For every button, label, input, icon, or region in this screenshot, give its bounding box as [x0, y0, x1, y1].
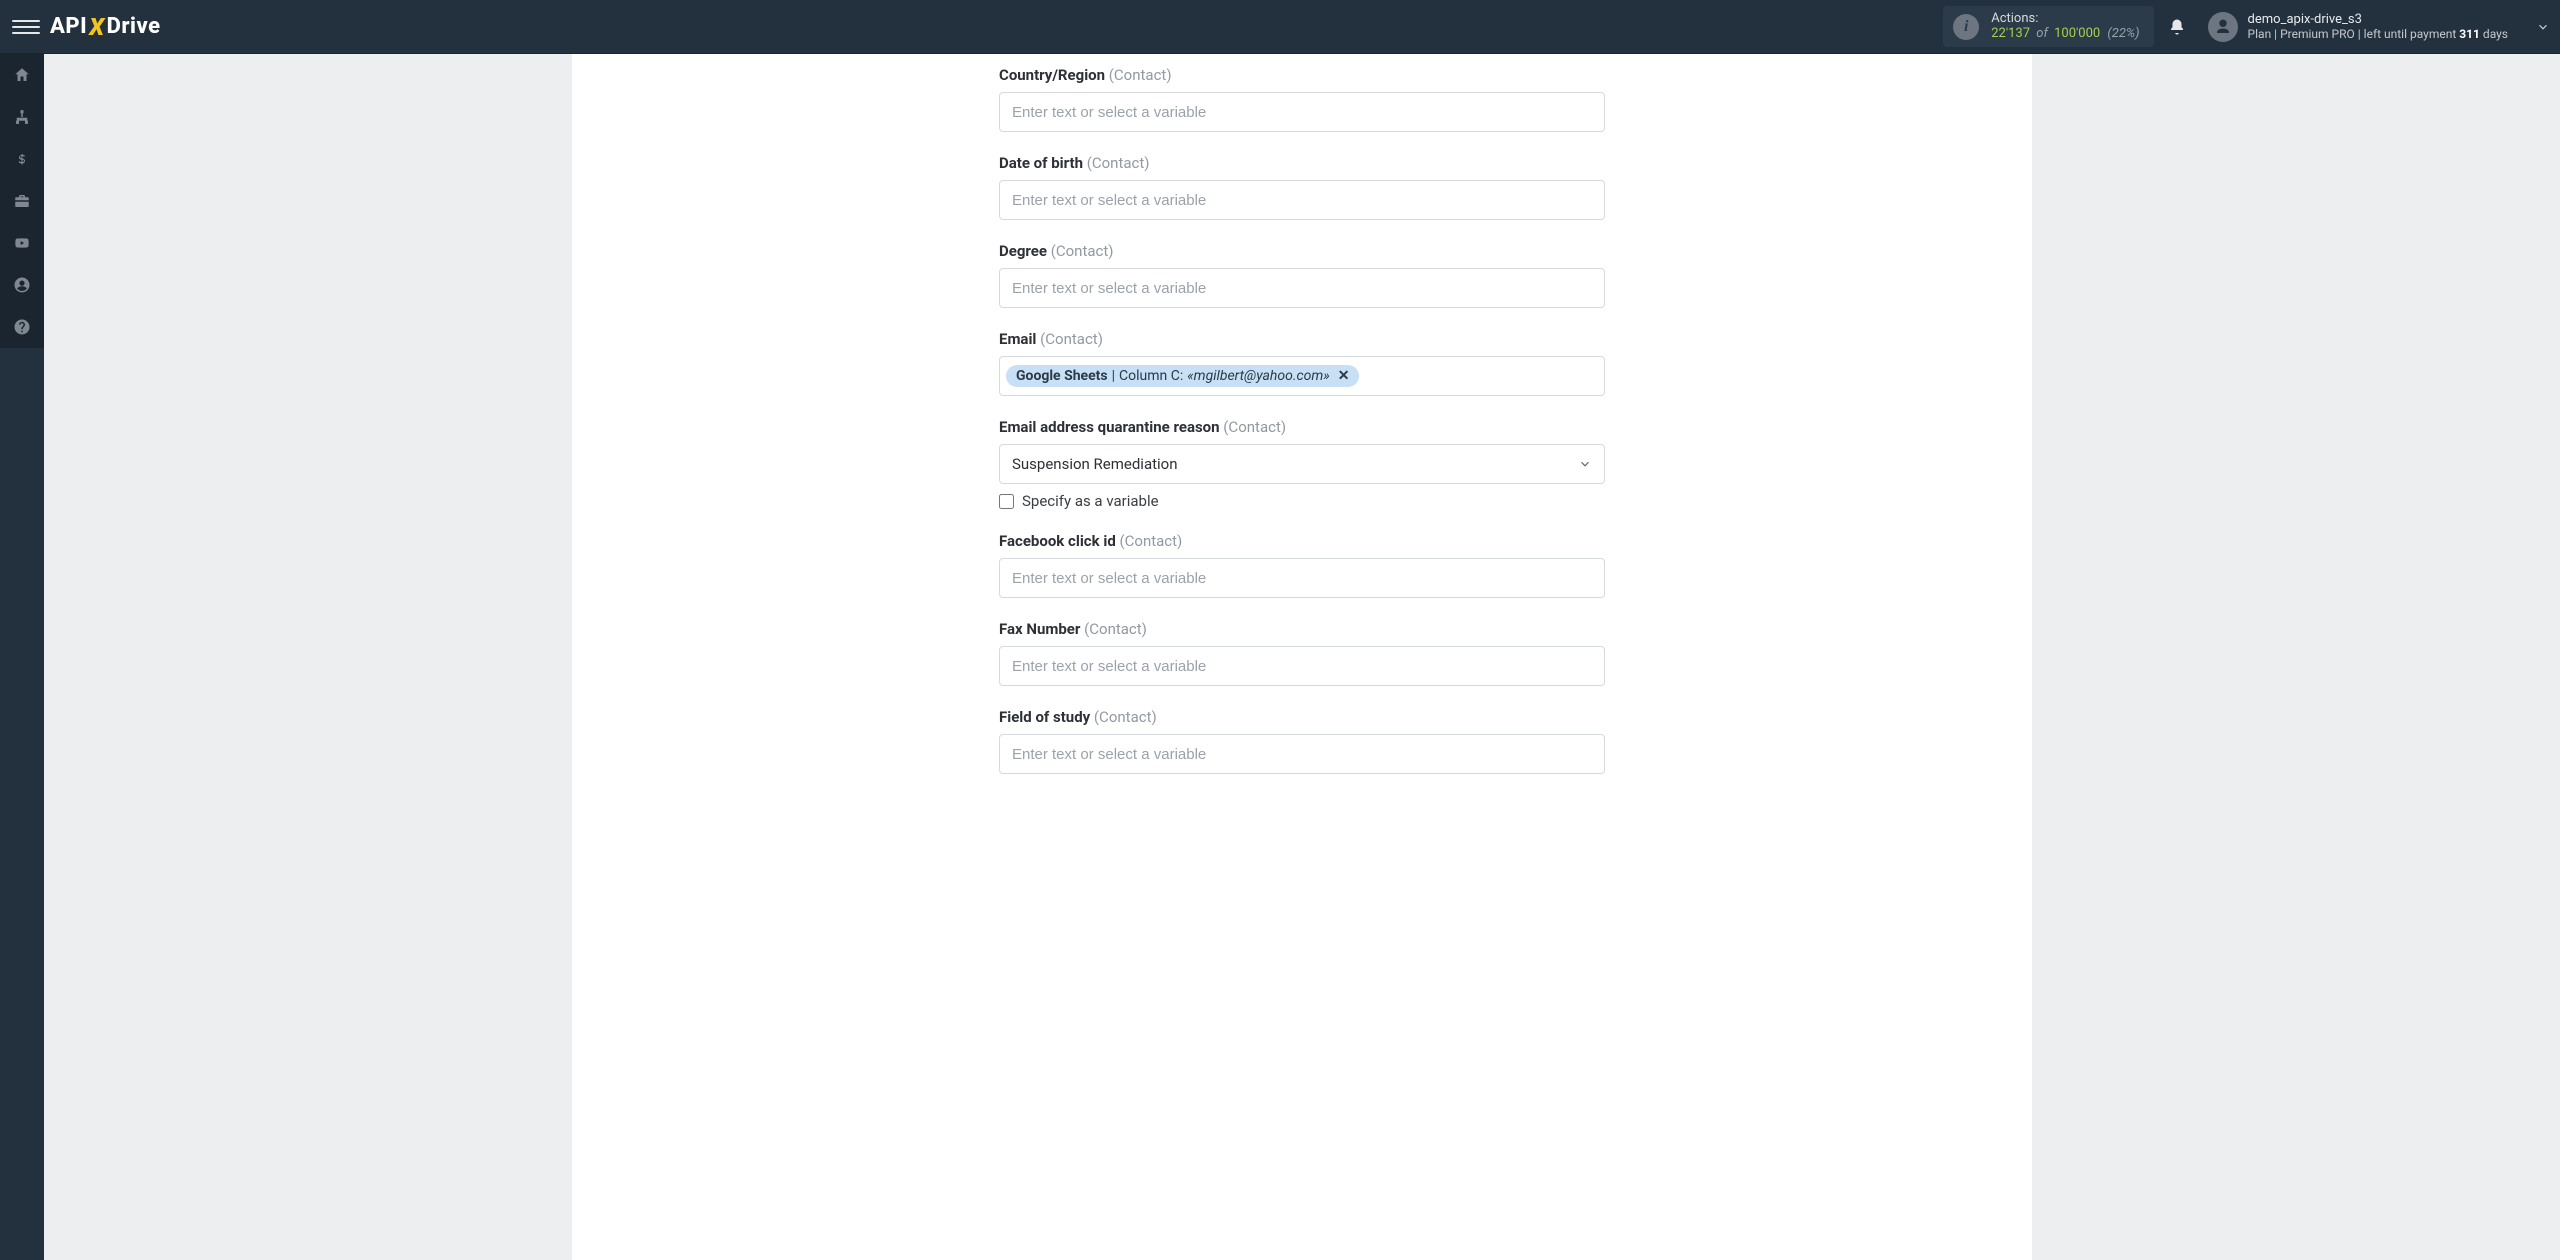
avatar: [2208, 12, 2238, 42]
field-country: Country/Region (Contact): [999, 66, 1605, 132]
token-value: «mgilbert@yahoo.com»: [1187, 368, 1329, 384]
field-label: Email address quarantine reason (Contact…: [999, 418, 1605, 436]
field-label: Facebook click id (Contact): [999, 532, 1605, 550]
user-menu-button[interactable]: demo_apix-drive_s3 Plan | Premium PRO | …: [2208, 12, 2550, 42]
label-suffix: (Contact): [1120, 532, 1183, 550]
fax-input[interactable]: [1012, 647, 1592, 685]
degree-input[interactable]: [1012, 269, 1592, 307]
field-fbclick: Facebook click id (Contact): [999, 532, 1605, 598]
sitemap-icon: [13, 108, 31, 126]
side-rail: [0, 54, 44, 1260]
rail-billing[interactable]: [0, 138, 44, 180]
label-text: Email: [999, 330, 1036, 348]
fbclick-input[interactable]: [1012, 559, 1592, 597]
menu-toggle-button[interactable]: [12, 13, 40, 41]
actions-label: Actions:: [1991, 12, 2139, 27]
dollar-icon: [16, 150, 28, 168]
form-card: Country/Region (Contact) Date of birth (…: [572, 54, 2032, 1260]
label-text: Date of birth: [999, 154, 1083, 172]
actions-total: 100'000: [2054, 26, 2100, 41]
user-plan-line: Plan | Premium PRO | left until payment …: [2248, 27, 2508, 41]
field-degree: Degree (Contact): [999, 242, 1605, 308]
label-text: Field of study: [999, 708, 1090, 726]
logo[interactable]: API X Drive: [50, 13, 161, 41]
field-study: Field of study (Contact): [999, 708, 1605, 774]
field-label: Field of study (Contact): [999, 708, 1605, 726]
specify-as-variable-row[interactable]: Specify as a variable: [999, 492, 1605, 510]
dob-input[interactable]: [1012, 181, 1592, 219]
user-text: demo_apix-drive_s3 Plan | Premium PRO | …: [2248, 12, 2508, 42]
chevron-down-icon: [2536, 20, 2550, 34]
token-source: Google Sheets: [1016, 368, 1108, 384]
dob-input-wrap: [999, 180, 1605, 220]
briefcase-icon: [13, 192, 31, 210]
label-text: Degree: [999, 242, 1047, 260]
actions-used: 22'137: [1991, 26, 2030, 41]
country-input-wrap: [999, 92, 1605, 132]
field-label: Date of birth (Contact): [999, 154, 1605, 172]
rail-briefcase[interactable]: [0, 180, 44, 222]
label-suffix: (Contact): [1109, 66, 1172, 84]
checkbox-label: Specify as a variable: [1022, 492, 1159, 510]
select-value: Suspension Remediation: [1012, 455, 1178, 473]
rail-video[interactable]: [0, 222, 44, 264]
actions-pct: (22%): [2107, 26, 2139, 41]
bell-icon: [2168, 17, 2186, 37]
label-suffix: (Contact): [1084, 620, 1147, 638]
variable-token[interactable]: Google Sheets | Column C: «mgilbert@yaho…: [1006, 365, 1359, 387]
label-text: Country/Region: [999, 66, 1105, 84]
home-icon: [13, 66, 31, 84]
label-suffix: (Contact): [1094, 708, 1157, 726]
country-input[interactable]: [1012, 93, 1592, 131]
actions-quota-box[interactable]: i Actions: 22'137 of 100'000 (22%): [1943, 6, 2153, 48]
email-input[interactable]: Google Sheets | Column C: «mgilbert@yaho…: [999, 356, 1605, 396]
field-fax: Fax Number (Contact): [999, 620, 1605, 686]
specify-as-variable-checkbox[interactable]: [999, 494, 1014, 509]
rail-connections[interactable]: [0, 96, 44, 138]
logo-part-api: API: [50, 14, 87, 39]
info-icon: i: [1953, 14, 1979, 40]
study-input[interactable]: [1012, 735, 1592, 773]
user-icon: [2214, 18, 2232, 36]
question-icon: [13, 318, 31, 336]
label-text: Facebook click id: [999, 532, 1116, 550]
field-quarantine: Email address quarantine reason (Contact…: [999, 418, 1605, 510]
token-column: Column C:: [1119, 368, 1183, 384]
field-label: Degree (Contact): [999, 242, 1605, 260]
label-text: Email address quarantine reason: [999, 418, 1220, 436]
user-name: demo_apix-drive_s3: [2248, 12, 2508, 28]
label-suffix: (Contact): [1040, 330, 1103, 348]
rail-account[interactable]: [0, 264, 44, 306]
field-label: Country/Region (Contact): [999, 66, 1605, 84]
user-circle-icon: [13, 276, 31, 294]
notifications-button[interactable]: [2168, 17, 2202, 37]
degree-input-wrap: [999, 268, 1605, 308]
chevron-down-icon: [1578, 457, 1592, 471]
rail-home[interactable]: [0, 54, 44, 96]
label-suffix: (Contact): [1223, 418, 1286, 436]
top-bar: API X Drive i Actions: 22'137 of 100'000…: [0, 0, 2560, 54]
field-email: Email (Contact) Google Sheets | Column C…: [999, 330, 1605, 396]
actions-of: of: [2036, 26, 2048, 41]
form: Country/Region (Contact) Date of birth (…: [999, 66, 1605, 774]
label-text: Fax Number: [999, 620, 1080, 638]
token-remove-button[interactable]: ✕: [1338, 368, 1350, 384]
field-label: Fax Number (Contact): [999, 620, 1605, 638]
page-scroll[interactable]: Country/Region (Contact) Date of birth (…: [44, 54, 2560, 1260]
logo-part-x: X: [89, 13, 104, 41]
label-suffix: (Contact): [1087, 154, 1150, 172]
actions-quota-text: Actions: 22'137 of 100'000 (22%): [1991, 12, 2139, 42]
logo-part-drive: Drive: [107, 14, 161, 39]
youtube-icon: [12, 235, 32, 251]
label-suffix: (Contact): [1051, 242, 1114, 260]
token-sep: |: [1112, 368, 1115, 384]
field-label: Email (Contact): [999, 330, 1605, 348]
fax-input-wrap: [999, 646, 1605, 686]
rail-help[interactable]: [0, 306, 44, 348]
fbclick-input-wrap: [999, 558, 1605, 598]
field-dob: Date of birth (Contact): [999, 154, 1605, 220]
study-input-wrap: [999, 734, 1605, 774]
quarantine-select[interactable]: Suspension Remediation: [999, 444, 1605, 484]
